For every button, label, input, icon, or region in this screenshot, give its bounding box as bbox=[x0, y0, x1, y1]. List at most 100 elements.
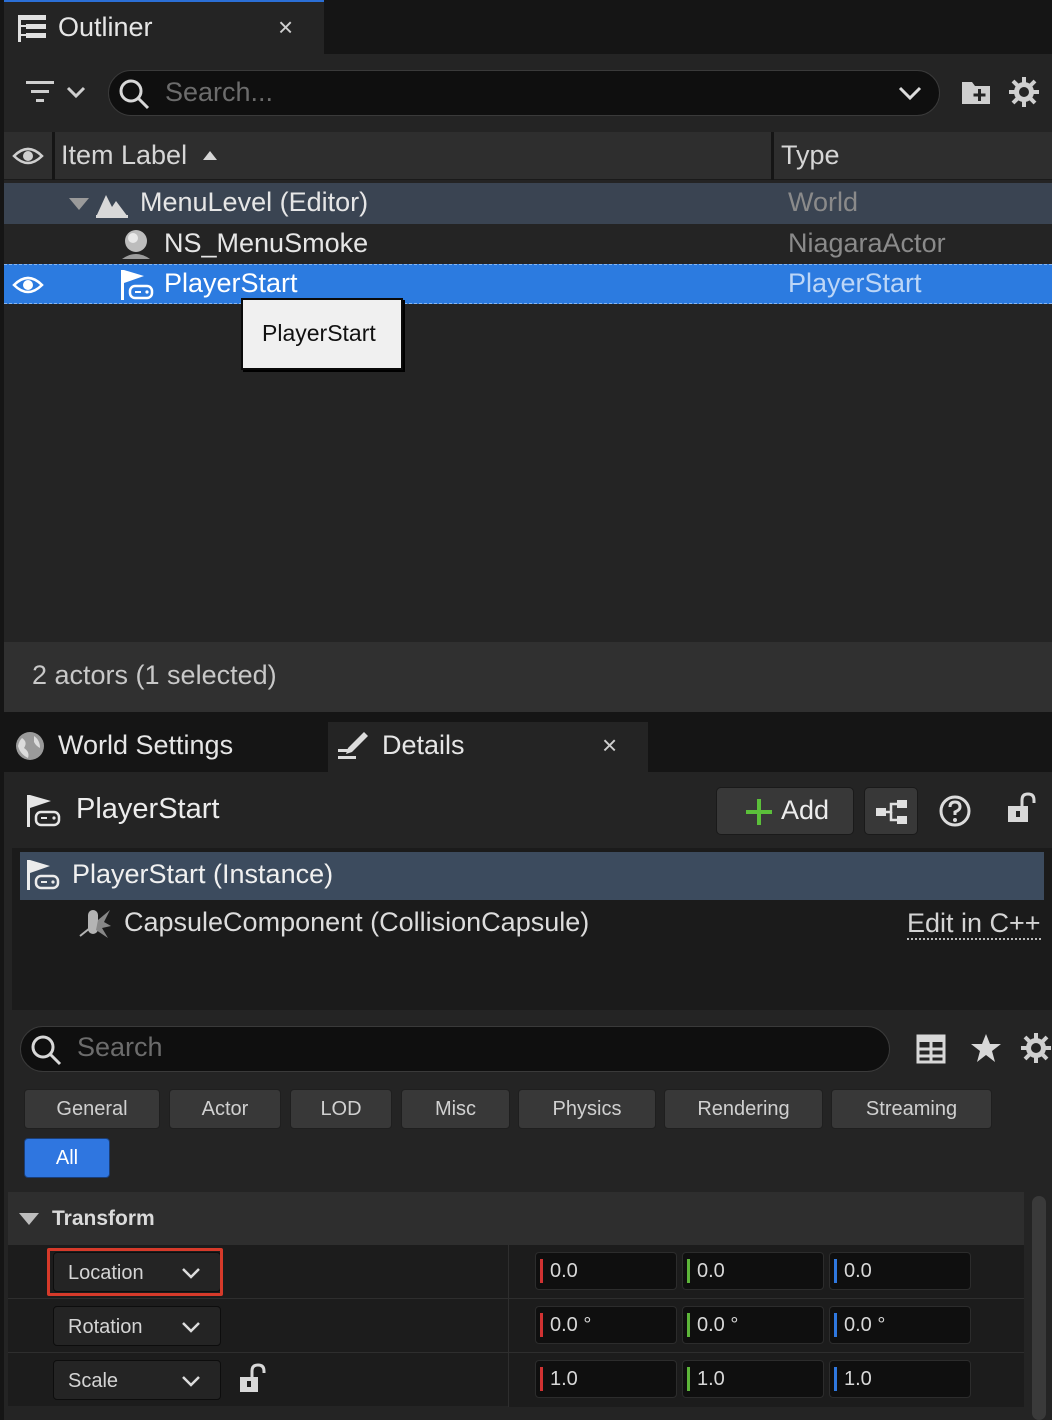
scale-values: 1.0 1.0 1.0 bbox=[508, 1353, 1024, 1407]
scale-lock-icon[interactable] bbox=[238, 1363, 268, 1395]
rotation-y-field[interactable]: 0.0 ° bbox=[682, 1306, 824, 1344]
rotation-label: Rotation bbox=[68, 1316, 143, 1338]
visibility-eye-icon[interactable] bbox=[12, 144, 44, 168]
chevron-down-icon[interactable] bbox=[897, 81, 923, 105]
location-y-value: 0.0 bbox=[697, 1260, 725, 1282]
scale-y-value: 1.0 bbox=[697, 1368, 725, 1390]
scale-x-value: 1.0 bbox=[550, 1368, 578, 1390]
selected-actor-name: PlayerStart bbox=[76, 793, 220, 825]
filter-rendering[interactable]: Rendering bbox=[664, 1089, 823, 1129]
expand-arrow-icon[interactable] bbox=[68, 197, 90, 211]
component-capsule-label: CapsuleComponent (CollisionCapsule) bbox=[124, 907, 590, 937]
rotation-x-field[interactable]: 0.0 ° bbox=[535, 1306, 677, 1344]
rotation-x-value: 0.0 ° bbox=[550, 1314, 592, 1336]
outliner-row-playerstart[interactable]: PlayerStart PlayerStart bbox=[4, 264, 1052, 304]
rotation-property-row: Rotation 0.0 ° 0.0 ° 0.0 ° bbox=[8, 1298, 1024, 1353]
help-icon[interactable] bbox=[938, 794, 972, 828]
filter-misc[interactable]: Misc bbox=[401, 1089, 510, 1129]
tab-world-settings[interactable]: World Settings bbox=[4, 722, 324, 772]
scale-z-field[interactable]: 1.0 bbox=[829, 1360, 971, 1398]
tab-details[interactable]: Details × bbox=[328, 722, 648, 772]
row-type: PlayerStart bbox=[788, 268, 922, 298]
settings-gear-icon[interactable] bbox=[1008, 76, 1040, 108]
filter-all[interactable]: All bbox=[24, 1138, 110, 1178]
playerstart-tooltip: PlayerStart bbox=[241, 298, 403, 370]
location-property-row: Location 0.0 0.0 0.0 bbox=[8, 1244, 1024, 1299]
details-tab-title: Details bbox=[382, 730, 465, 760]
column-separator[interactable] bbox=[771, 132, 774, 180]
component-root-instance[interactable]: PlayerStart (Instance) bbox=[20, 852, 1044, 900]
column-type[interactable]: Type bbox=[781, 140, 840, 171]
add-component-button[interactable]: Add bbox=[716, 787, 854, 835]
location-z-field[interactable]: 0.0 bbox=[829, 1252, 971, 1290]
sort-ascending-icon[interactable] bbox=[202, 150, 218, 162]
tab-outliner[interactable]: Outliner × bbox=[4, 0, 324, 54]
rotation-z-field[interactable]: 0.0 ° bbox=[829, 1306, 971, 1344]
scale-dropdown[interactable]: Scale bbox=[53, 1360, 221, 1400]
details-search-input[interactable]: Search bbox=[20, 1026, 890, 1072]
rotation-z-value: 0.0 ° bbox=[844, 1314, 886, 1336]
table-view-icon[interactable] bbox=[916, 1034, 946, 1064]
outliner-row-menulevel[interactable]: MenuLevel (Editor) World bbox=[4, 183, 1052, 224]
outliner-tab-title: Outliner bbox=[58, 12, 153, 42]
collision-capsule-icon bbox=[78, 906, 112, 940]
row-label: MenuLevel (Editor) bbox=[140, 187, 369, 217]
blueprint-hierarchy-icon bbox=[875, 798, 909, 826]
filter-icon[interactable] bbox=[24, 78, 88, 108]
plus-icon bbox=[745, 798, 773, 826]
blueprint-button[interactable] bbox=[864, 787, 918, 835]
filter-general[interactable]: General bbox=[24, 1089, 160, 1129]
row-type: World bbox=[788, 187, 859, 217]
outliner-row-ns-menusmoke[interactable]: NS_MenuSmoke NiagaraActor bbox=[4, 224, 1052, 264]
scale-z-value: 1.0 bbox=[844, 1368, 872, 1390]
row-label: NS_MenuSmoke bbox=[164, 228, 369, 258]
rotation-y-value: 0.0 ° bbox=[697, 1314, 739, 1336]
location-x-field[interactable]: 0.0 bbox=[535, 1252, 677, 1290]
location-values: 0.0 0.0 0.0 bbox=[508, 1245, 1024, 1299]
location-x-value: 0.0 bbox=[550, 1260, 578, 1282]
close-outliner-icon[interactable]: × bbox=[278, 12, 293, 43]
player-start-flag-icon bbox=[24, 793, 62, 829]
filter-actor[interactable]: Actor bbox=[169, 1089, 281, 1129]
location-z-value: 0.0 bbox=[844, 1260, 872, 1282]
column-item-label[interactable]: Item Label bbox=[61, 140, 187, 171]
add-button-label: Add bbox=[781, 795, 830, 825]
transform-category-header[interactable]: Transform bbox=[8, 1192, 1024, 1244]
scale-y-field[interactable]: 1.0 bbox=[682, 1360, 824, 1398]
component-instance-label: PlayerStart (Instance) bbox=[72, 859, 334, 889]
chevron-down-icon bbox=[180, 1371, 202, 1391]
filter-physics[interactable]: Physics bbox=[518, 1089, 656, 1129]
world-mountain-icon bbox=[94, 189, 130, 219]
component-capsule[interactable]: CapsuleComponent (CollisionCapsule) Edit… bbox=[20, 900, 1044, 948]
close-details-icon[interactable]: × bbox=[602, 730, 617, 761]
favorite-star-icon[interactable] bbox=[970, 1032, 1002, 1064]
world-settings-tab-title: World Settings bbox=[58, 730, 234, 760]
row-label: PlayerStart bbox=[164, 268, 298, 298]
scale-property-row: Scale 1.0 1.0 1.0 bbox=[8, 1352, 1024, 1407]
outliner-toolbar: Search... bbox=[4, 54, 1052, 132]
visibility-eye-icon[interactable] bbox=[12, 273, 44, 297]
scale-x-field[interactable]: 1.0 bbox=[535, 1360, 677, 1398]
edit-in-cpp-link[interactable]: Edit in C++ bbox=[907, 908, 1041, 940]
location-y-field[interactable]: 0.0 bbox=[682, 1252, 824, 1290]
details-scrollbar[interactable] bbox=[1032, 1196, 1046, 1420]
filter-streaming[interactable]: Streaming bbox=[831, 1089, 992, 1129]
outliner-status-bar: 2 actors (1 selected) bbox=[4, 642, 1052, 712]
rotation-values: 0.0 ° 0.0 ° 0.0 ° bbox=[508, 1299, 1024, 1353]
transform-title: Transform bbox=[52, 1207, 155, 1230]
player-start-flag-icon bbox=[24, 858, 60, 892]
outliner-icon bbox=[16, 12, 48, 44]
tooltip-text: PlayerStart bbox=[262, 320, 376, 346]
search-icon bbox=[29, 1033, 63, 1067]
collapse-arrow-icon[interactable] bbox=[18, 1212, 40, 1226]
filter-lod[interactable]: LOD bbox=[290, 1089, 392, 1129]
row-type: NiagaraActor bbox=[788, 228, 946, 258]
unlock-icon[interactable] bbox=[1004, 792, 1038, 826]
settings-gear-icon[interactable] bbox=[1020, 1032, 1052, 1064]
column-separator bbox=[52, 132, 55, 180]
outliner-search-input[interactable]: Search... bbox=[108, 70, 940, 116]
rotation-dropdown[interactable]: Rotation bbox=[53, 1306, 221, 1346]
niagara-actor-icon bbox=[118, 227, 154, 261]
add-folder-icon[interactable] bbox=[960, 76, 992, 108]
actor-count-status: 2 actors (1 selected) bbox=[32, 660, 277, 690]
